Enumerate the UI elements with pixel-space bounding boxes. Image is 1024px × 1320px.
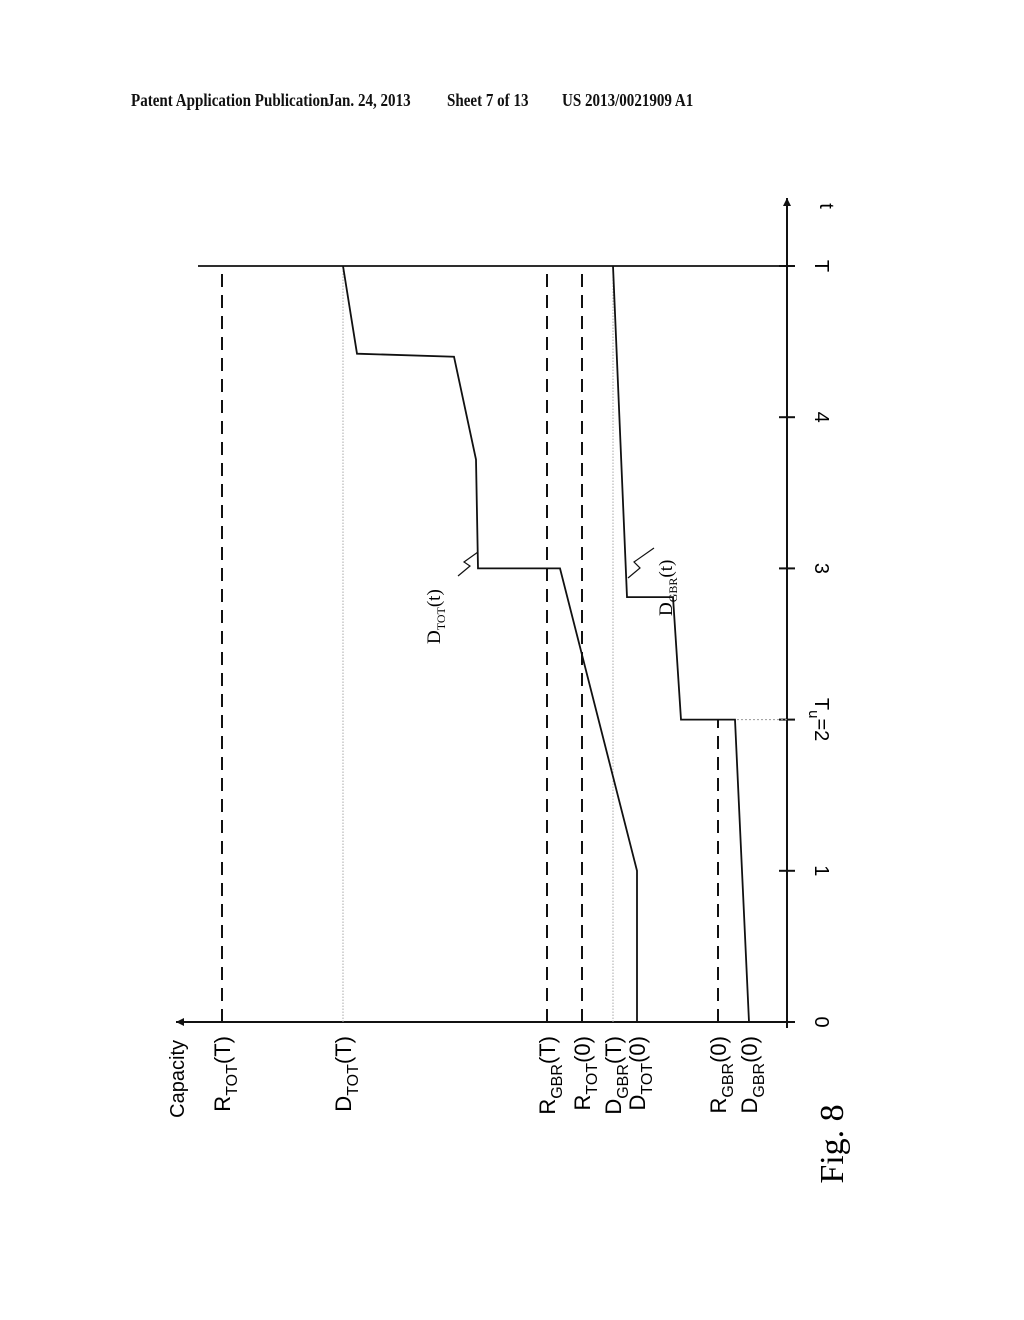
level-label-rgbrt: RGBR(T)	[535, 1036, 566, 1115]
level-label-rtott: RTOT(T)	[210, 1036, 241, 1112]
series-label-dgbrt: DGBR(t)	[656, 560, 680, 616]
figure-caption: Fig. 8	[814, 1104, 851, 1183]
time-tick-label: 4	[810, 412, 832, 423]
series-leader	[457, 551, 479, 577]
level-label-dgbr0: DGBR(0)	[737, 1036, 768, 1113]
series-label-dtott: DTOT(t)	[424, 589, 448, 644]
figure-label: Fig. 8	[814, 1104, 851, 1183]
time-tick-label: T	[810, 260, 832, 272]
time-tick-label: Tu=2	[805, 698, 832, 741]
level-label-rtot0: RTOT(0)	[570, 1036, 601, 1110]
level-label-dtott: DTOT(T)	[331, 1036, 362, 1112]
series-line-dtott	[342, 265, 638, 1022]
time-axis-label: t	[815, 203, 837, 209]
series-leader	[627, 547, 655, 579]
time-tick-label: 0	[810, 1016, 832, 1027]
axes	[176, 198, 795, 1028]
figure-8-chart: t 0 1 Tu=2 3 4 T RTOT(T) DTOT(T) RGBR(T)RTOT(0) DG…	[167, 198, 851, 1184]
axis-labels: t 0 1 Tu=2 3 4 T RTOT(T) DTOT(T) RGBR(T)RTOT(0) DG…	[167, 203, 837, 1118]
capacity-axis-label: Capacity	[167, 1040, 189, 1118]
capacity-level-lines	[198, 265, 787, 1022]
series-line-dgbrt	[612, 265, 750, 1023]
level-label-rgbr0: RGBR(0)	[706, 1036, 737, 1113]
time-tick-label: 3	[810, 563, 832, 574]
time-tick-label: 1	[810, 865, 832, 876]
